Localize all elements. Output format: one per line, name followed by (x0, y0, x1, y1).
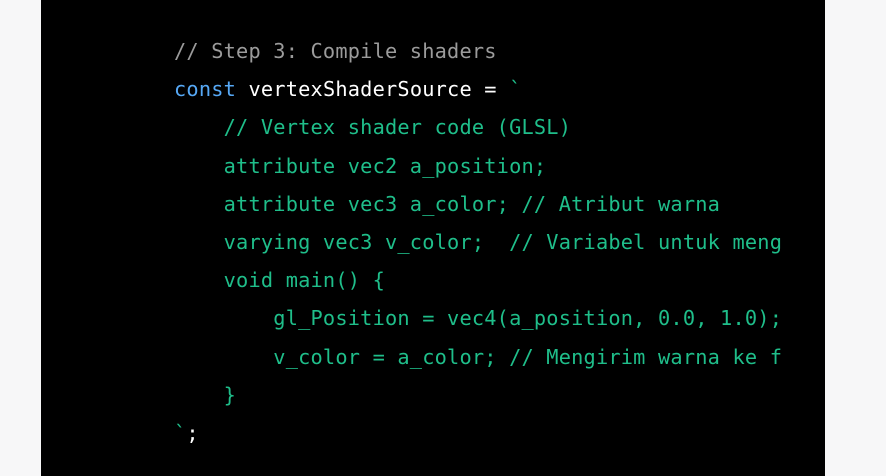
string-token: attribute vec3 a_color; // Atribut warna (174, 191, 721, 216)
template-string-close: ` (174, 420, 187, 445)
code-line-4: attribute vec2 a_position; (174, 147, 782, 185)
code-line-5: attribute vec3 a_color; // Atribut warna (174, 185, 782, 223)
string-token: attribute vec2 a_position; (174, 153, 547, 178)
code-line-10: } (174, 376, 782, 414)
code-line-9: v_color = a_color; // Mengirim warna ke … (174, 338, 782, 376)
semicolon-token: ; (186, 420, 199, 445)
string-token: } (174, 382, 237, 407)
keyword-token: const (174, 77, 237, 102)
comment-token: // Step 3: Compile shaders (174, 39, 497, 63)
code-line-11: `; (174, 414, 782, 452)
code-block: // Step 3: Compile shaders const vertexSh… (41, 0, 825, 476)
operator-token: = (471, 77, 510, 102)
code-line-1: // Step 3: Compile shaders (174, 32, 782, 70)
string-token: gl_Position = vec4(a_position, 0.0, 1.0)… (174, 306, 783, 331)
code-line-3: // Vertex shader code (GLSL) (174, 108, 782, 146)
code-line-6: varying vec3 v_color; // Variabel untuk … (174, 223, 782, 261)
string-token: // Vertex shader code (GLSL) (174, 115, 572, 140)
code-content: // Step 3: Compile shaders const vertexSh… (174, 32, 782, 452)
code-line-2: const vertexShaderSource = ` (174, 70, 782, 108)
code-line-8: gl_Position = vec4(a_position, 0.0, 1.0)… (174, 299, 782, 337)
string-token: v_color = a_color; // Mengirim warna ke … (174, 344, 783, 369)
string-token: void main() { (174, 268, 385, 293)
template-string-open: ` (509, 77, 522, 102)
string-token: varying vec3 v_color; // Variabel untuk … (174, 229, 783, 254)
identifier-token: vertexShaderSource (248, 77, 472, 102)
code-line-7: void main() { (174, 261, 782, 299)
